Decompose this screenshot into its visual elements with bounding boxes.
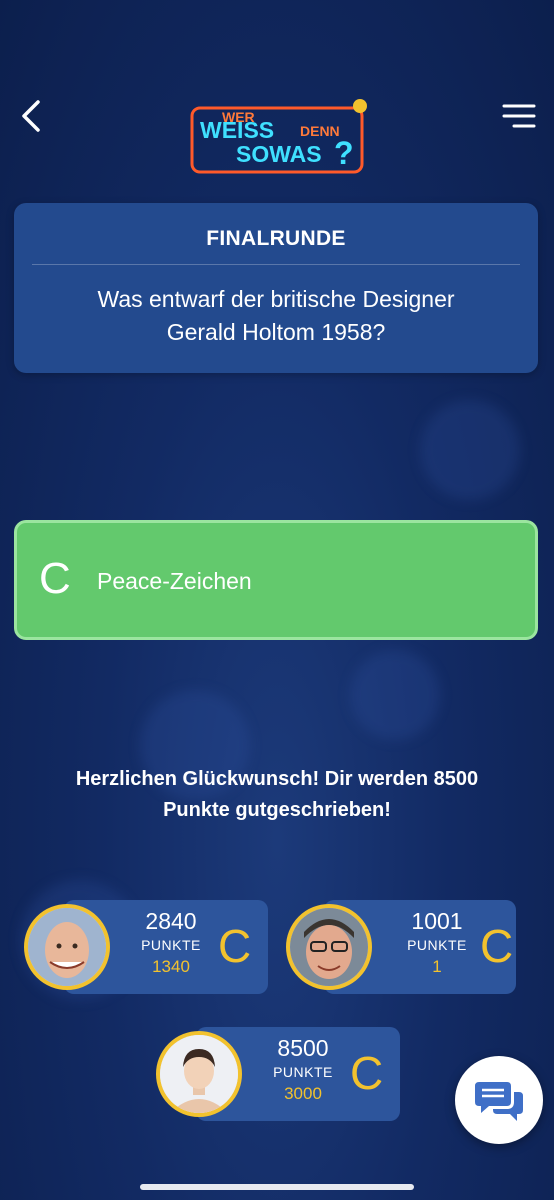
- question-text: Was entwarf der britische Designer Geral…: [34, 283, 518, 349]
- chevron-left-icon: [22, 100, 40, 132]
- answer-text: Peace-Zeichen: [97, 568, 252, 594]
- player-answer: C: [350, 1047, 384, 1099]
- svg-text:WEISS: WEISS: [200, 117, 274, 143]
- answer-letter: C: [39, 554, 71, 603]
- player-answer: C: [218, 920, 252, 972]
- chat-button[interactable]: [455, 1056, 543, 1144]
- background-light: [350, 650, 440, 740]
- question-card: FINALRUNDE Was entwarf der britische Des…: [14, 203, 538, 373]
- player-answer: C: [480, 920, 514, 972]
- background-light: [420, 400, 520, 500]
- home-indicator: [140, 1184, 414, 1190]
- menu-button[interactable]: [500, 100, 538, 132]
- points-label: PUNKTE: [141, 937, 201, 953]
- answer-option-c[interactable]: C Peace-Zeichen: [14, 520, 538, 640]
- show-logo: WER WEISS DENN SOWAS ?: [188, 94, 368, 178]
- result-line: Herzlichen Glückwunsch! Dir werden 8500: [75, 768, 479, 790]
- hamburger-menu-icon: [502, 104, 536, 128]
- points-gain: 3000: [284, 1084, 322, 1103]
- result-message: Herzlichen Glückwunsch! Dir werden 8500 …: [20, 764, 534, 826]
- question-line: Was entwarf der britische Designer: [97, 286, 455, 312]
- chat-bubbles-icon: [475, 1082, 523, 1121]
- round-title: FINALRUNDE: [206, 227, 346, 250]
- player-points: 8500 PUNKTE 3000: [248, 1035, 358, 1105]
- svg-text:?: ?: [334, 135, 354, 171]
- points-gain: 1340: [152, 957, 190, 976]
- points-label: PUNKTE: [273, 1064, 333, 1080]
- player-avatar: [24, 904, 110, 990]
- result-line: Punkte gutgeschrieben!: [163, 799, 391, 821]
- player-points: 2840 PUNKTE 1340: [116, 908, 226, 978]
- svg-text:SOWAS: SOWAS: [236, 141, 322, 167]
- question-line: Gerald Holtom 1958?: [166, 319, 386, 345]
- player-points: 1001 PUNKTE 1: [382, 908, 492, 978]
- player-avatar: [286, 904, 372, 990]
- player-avatar: [156, 1031, 242, 1117]
- back-button[interactable]: [14, 96, 50, 136]
- divider: [32, 264, 520, 265]
- points-total: 2840: [145, 908, 197, 934]
- points-total: 1001: [411, 908, 463, 934]
- points-label: PUNKTE: [407, 937, 467, 953]
- points-total: 8500: [277, 1035, 329, 1061]
- points-gain: 1: [432, 957, 442, 976]
